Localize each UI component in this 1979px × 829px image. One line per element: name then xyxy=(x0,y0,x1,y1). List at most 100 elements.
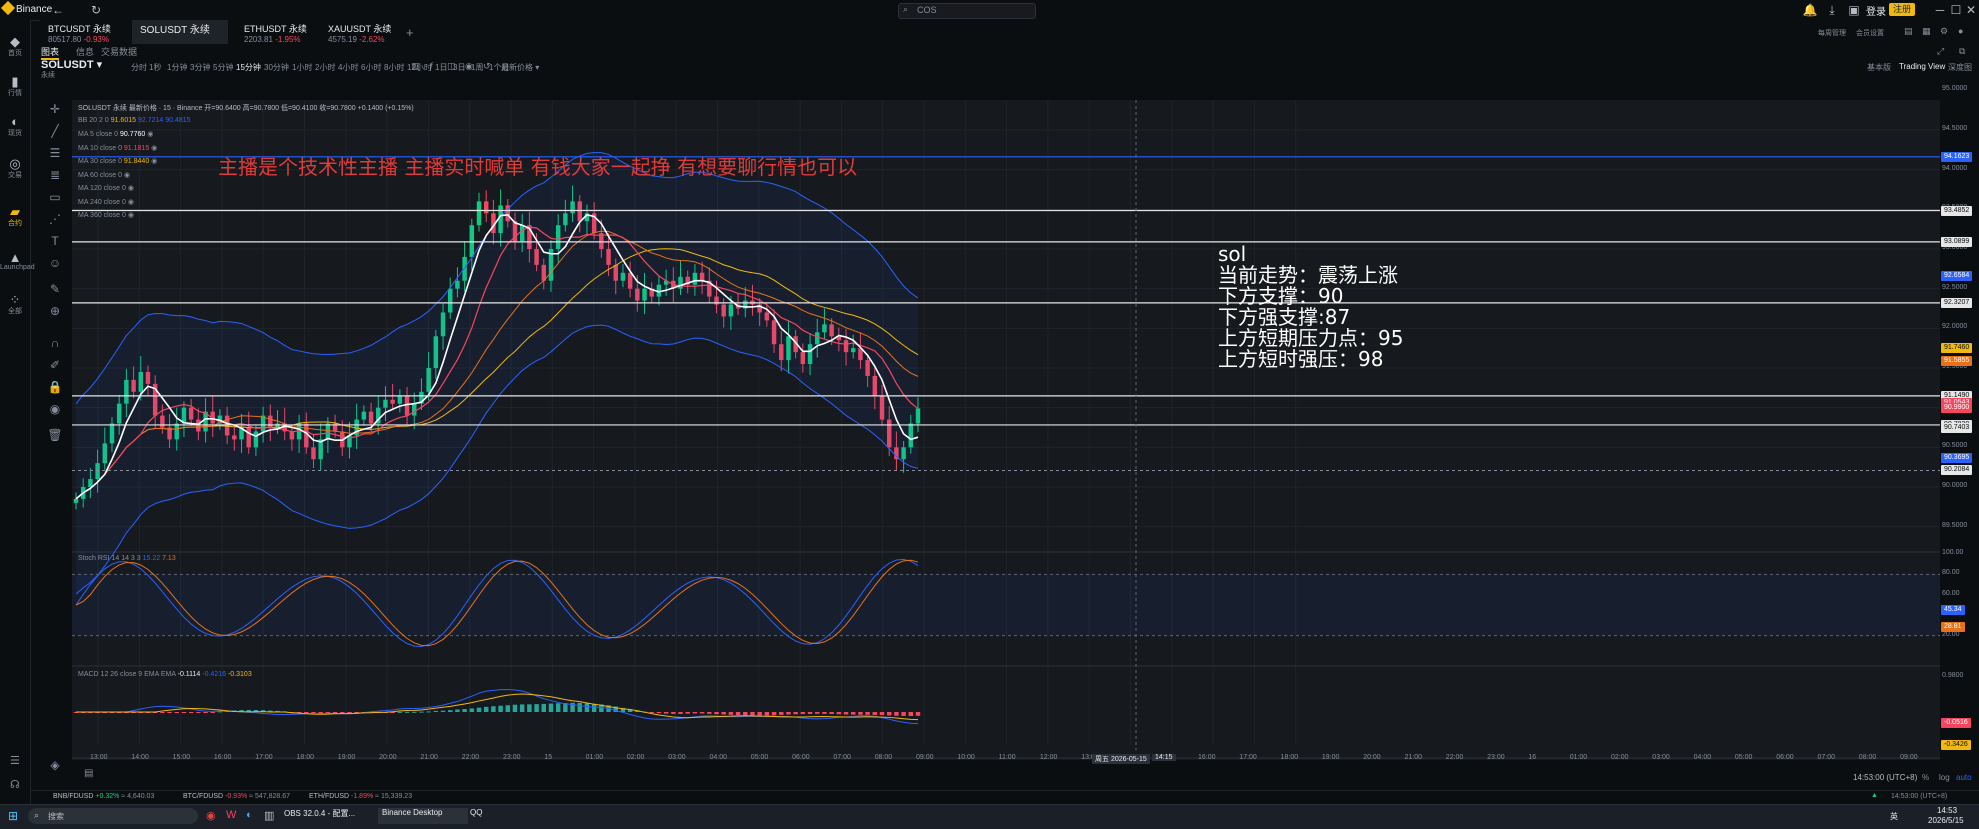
chrome-icon[interactable]: ◉ xyxy=(206,809,216,822)
timeframe-option[interactable]: 8小时 xyxy=(384,62,404,73)
lock-icon[interactable]: 🔒 xyxy=(44,378,66,396)
popout-icon[interactable]: ⧉ xyxy=(1959,46,1965,57)
right-tool-2[interactable]: 会员设置 xyxy=(1856,28,1884,38)
fib-icon[interactable]: ≣ xyxy=(44,166,66,184)
eye-icon[interactable]: ◉ xyxy=(122,172,130,179)
tab-ethusdt[interactable]: ETHUSDT 永续 2203.81 -1.95% xyxy=(236,20,315,44)
view-basic[interactable]: 基本版 xyxy=(1867,62,1891,73)
nav-all[interactable]: ⁘ 全部 xyxy=(0,292,30,316)
grid-icon[interactable]: ▦ xyxy=(1922,26,1931,37)
timeframe-option[interactable]: 4小时 xyxy=(338,62,358,73)
timeframe-option[interactable]: 2小时 xyxy=(315,62,335,73)
taskbar-app-binance[interactable]: Binance Desktop xyxy=(378,808,468,824)
edge-icon[interactable]: ◐ xyxy=(246,809,253,821)
nav-futures[interactable]: ▰ 合约 xyxy=(0,204,30,228)
calendar-icon[interactable]: ▤ xyxy=(84,768,93,779)
right-tool-1[interactable]: 每周管理 xyxy=(1818,28,1846,38)
crosshair-icon[interactable]: ✛ xyxy=(44,100,66,118)
trendline-icon[interactable]: ╱ xyxy=(44,122,66,140)
list-icon[interactable]: ☰ xyxy=(10,754,20,767)
close-icon[interactable]: ✕ xyxy=(1963,2,1979,18)
wps-icon[interactable]: W xyxy=(226,809,236,821)
eye-icon[interactable]: ◉ xyxy=(126,199,134,206)
expand-icon[interactable]: ⤢ xyxy=(1937,46,1944,57)
timeframe-option[interactable]: 分时 xyxy=(131,62,147,73)
file-icon[interactable]: ▥ xyxy=(264,809,274,822)
timeframe-option[interactable]: 1分钟 xyxy=(167,62,187,73)
eye-icon[interactable]: ◉ xyxy=(149,158,157,165)
download-icon[interactable]: ⤓ xyxy=(1824,2,1840,18)
view-tradingview[interactable]: Trading View xyxy=(1899,62,1945,71)
pattern-icon[interactable]: ⋰ xyxy=(44,210,66,228)
ticker-item[interactable]: BTC/FDUSD -0.93% ≈ 547,828.67 xyxy=(183,793,290,800)
emoji-icon[interactable]: ☺ xyxy=(44,254,66,272)
timeframe-option[interactable]: 1个月 xyxy=(489,62,509,73)
timeframe-option[interactable]: 15分钟 xyxy=(236,62,261,73)
headset-icon[interactable]: ☊ xyxy=(10,778,20,791)
timeframe-option[interactable]: 1周 xyxy=(471,62,483,73)
eye-icon[interactable]: ◉ xyxy=(145,131,153,138)
auto-toggle[interactable]: auto xyxy=(1956,773,1972,782)
taskbar-app-obs[interactable]: OBS 32.0.4 - 配置... xyxy=(284,808,374,824)
futures-icon: ▰ xyxy=(10,204,20,219)
refresh-icon[interactable]: ↻ xyxy=(88,2,104,18)
channel-icon[interactable]: ▭ xyxy=(44,188,66,206)
windows-start-icon[interactable]: ⊞ xyxy=(8,809,18,823)
gift-icon[interactable]: ▣ xyxy=(1846,2,1862,18)
timeframe-option[interactable]: 1小时 xyxy=(292,62,312,73)
maximize-icon[interactable]: ☐ xyxy=(1948,2,1964,18)
horizontal-line-icon[interactable]: ☰ xyxy=(44,144,66,162)
layers-icon[interactable]: ◈ xyxy=(44,756,66,774)
nav-home[interactable]: ◆ 首页 xyxy=(0,34,30,58)
eye-icon[interactable]: ◉ xyxy=(126,185,134,192)
zoom-in-icon[interactable]: ⊕ xyxy=(44,302,66,320)
taskbar-search[interactable]: ⌕ 搜索 xyxy=(28,808,198,824)
layout-icon[interactable]: ▤ xyxy=(1904,26,1913,37)
taskbar-app-qq[interactable]: QQ xyxy=(470,808,510,824)
macd-bar xyxy=(743,712,748,716)
search-input[interactable]: ⌕ COS xyxy=(898,3,1036,19)
user-icon[interactable]: ● xyxy=(1958,26,1963,36)
draw-mode-icon[interactable]: ✐ xyxy=(44,356,66,374)
tab-solusdt[interactable]: SOLUSDT 永续 xyxy=(132,20,228,44)
timeframe-option[interactable]: 1秒 xyxy=(149,62,161,73)
login-button[interactable]: 登录 xyxy=(1866,3,1886,18)
view-depth[interactable]: 深度图 xyxy=(1948,62,1972,73)
ticker-item[interactable]: BNB/FDUSD +0.32% ≈ 4,640.03 xyxy=(53,793,154,800)
nav-spot[interactable]: ◐ 现货 xyxy=(0,114,30,138)
timeframe-option[interactable]: 30分钟 xyxy=(264,62,289,73)
macd-bar xyxy=(908,712,914,717)
minimize-icon[interactable]: ─ xyxy=(1932,2,1948,18)
macd-bar xyxy=(678,712,683,714)
register-button[interactable]: 注册 xyxy=(1889,3,1915,16)
nav-launchpad[interactable]: ▲ Launchpad xyxy=(0,250,35,271)
ticker-item[interactable]: ETH/FDUSD -1.89% ≈ 15,339.23 xyxy=(309,793,412,800)
tab-btcusdt[interactable]: BTCUSDT 永续 80517.80 -0.93% xyxy=(40,20,119,44)
eye-icon[interactable]: ◉ xyxy=(126,212,134,219)
percent-toggle[interactable]: % xyxy=(1922,773,1929,782)
timeframe-option[interactable]: 3日 xyxy=(453,62,465,73)
back-icon[interactable]: ← xyxy=(50,2,66,18)
bell-icon[interactable]: 🔔 xyxy=(1802,2,1818,18)
timeframe-option[interactable]: 12小时 xyxy=(407,62,432,73)
price-chart[interactable] xyxy=(72,100,1940,760)
settings-icon[interactable]: ⚙ xyxy=(1940,26,1948,37)
eye-icon[interactable]: ◉ xyxy=(44,400,66,418)
input-lang[interactable]: 英 xyxy=(1890,811,1898,822)
add-tab-icon[interactable]: + xyxy=(406,25,414,40)
nav-markets[interactable]: ▮ 行情 xyxy=(0,74,30,98)
log-toggle[interactable]: log xyxy=(1939,773,1950,782)
timeframe-option[interactable]: 5分钟 xyxy=(213,62,233,73)
trash-icon[interactable]: 🗑 xyxy=(44,426,66,444)
subtab-trade-data[interactable]: 交易数据 xyxy=(101,45,137,58)
nav-trade[interactable]: ◎ 交易 xyxy=(0,156,30,180)
timeframe-option[interactable]: 6小时 xyxy=(361,62,381,73)
magnet-icon[interactable]: ∩ xyxy=(44,334,66,352)
tab-xauusdt[interactable]: XAUUSDT 永续 4575.19 -2.62% xyxy=(320,20,399,44)
subtab-info[interactable]: 信息 xyxy=(76,45,94,58)
ruler-icon[interactable]: ✎ xyxy=(44,280,66,298)
eye-icon[interactable]: ◉ xyxy=(149,145,157,152)
timeframe-option[interactable]: 3分钟 xyxy=(190,62,210,73)
timeframe-option[interactable]: 1日 xyxy=(435,62,447,73)
text-icon[interactable]: T xyxy=(44,232,66,250)
